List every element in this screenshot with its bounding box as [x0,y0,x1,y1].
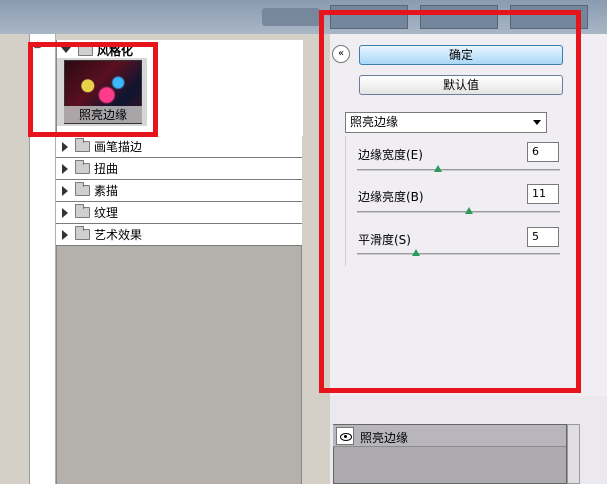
tree-group-label: 风格化 [97,43,134,58]
edge-width-slider-thumb[interactable] [434,165,443,172]
effect-layer-name: 照亮边缘 [360,431,409,445]
smoothness-label: 平滑度(S) [358,233,411,247]
scroll-up-icon[interactable]: ▲ [34,40,41,50]
tree-group-label: 画笔描边 [94,140,143,154]
expand-triangle-icon[interactable] [62,141,68,152]
tree-group-texture[interactable]: 纹理 [56,202,302,224]
expand-triangle-icon[interactable] [62,163,68,174]
filter-thumbnail-label: 照亮边缘 [64,106,142,123]
smoothness-slider[interactable] [357,253,560,255]
chevron-down-icon[interactable] [533,120,541,125]
edge-width-slider[interactable] [357,169,560,171]
tree-group-artistic[interactable]: 艺术效果 [56,224,302,246]
tree-group-stylize[interactable]: 风格化 [57,40,303,60]
expand-triangle-icon[interactable] [62,185,68,196]
tree-group-distort[interactable]: 扭曲 [56,158,302,180]
tree-group-label: 扭曲 [94,162,119,176]
ok-button[interactable]: 确定 [359,45,563,65]
tree-group-label: 素描 [94,184,119,198]
default-button[interactable]: 默认值 [359,75,563,95]
title-bar [0,0,607,34]
filter-select[interactable]: 照亮边缘 [345,112,547,133]
folder-icon [75,138,90,152]
tree-group-label: 纹理 [94,206,119,220]
tree-group-sketch[interactable]: 素描 [56,180,302,202]
folder-icon [75,160,90,174]
edge-width-input[interactable]: 6 [527,142,559,162]
preview-scroll-gap [30,34,56,484]
smoothness-input[interactable]: 5 [527,227,559,247]
edge-brightness-slider-thumb[interactable] [464,207,473,214]
expand-triangle-icon[interactable] [62,229,68,240]
edge-brightness-label: 边缘亮度(B) [358,190,424,204]
edge-width-label: 边缘宽度(E) [358,148,423,162]
smoothness-slider-thumb[interactable] [411,249,420,256]
expand-triangle-icon[interactable] [62,207,68,218]
preview-area [0,34,30,484]
layer-list-scrollbar[interactable] [567,424,580,484]
folder-icon [75,226,90,240]
title-button [420,5,498,29]
title-blur [262,8,320,26]
folder-icon [78,41,93,56]
filter-select-value: 照亮边缘 [350,115,399,129]
title-button [510,5,588,29]
folder-icon [75,182,90,196]
title-button [330,5,408,29]
expand-triangle-icon[interactable] [61,47,71,53]
eye-icon[interactable] [336,427,354,445]
edge-brightness-slider[interactable] [357,211,560,213]
folder-icon [75,204,90,218]
tree-group-label: 艺术效果 [94,228,143,242]
tree-group-brush-strokes[interactable]: 画笔描边 [56,136,302,158]
edge-brightness-input[interactable]: 11 [527,184,559,204]
collapse-icon[interactable]: « [332,45,350,63]
